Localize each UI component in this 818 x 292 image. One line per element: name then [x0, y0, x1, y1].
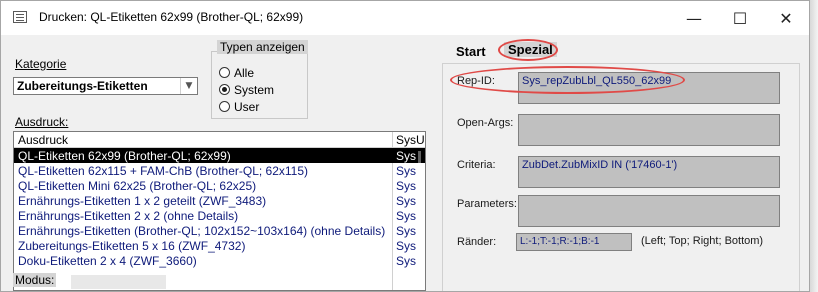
tab-spezial[interactable]: Spezial [504, 42, 557, 57]
list-item-type: Sys [396, 209, 417, 223]
criteria-field[interactable]: ZubDet.ZubMixID IN ('17460-1') [518, 156, 780, 188]
radio-alle[interactable]: Alle [219, 66, 254, 80]
open-args-field[interactable] [518, 114, 780, 146]
window-shadow [810, 0, 818, 292]
tab-start[interactable]: Start [456, 44, 486, 59]
list-item-name: Zubereitungs-Etiketten 5 x 16 (ZWF_4732) [18, 239, 246, 253]
list-item-name: QL-Etiketten Mini 62x25 (Brother-QL; 62x… [18, 179, 257, 193]
raender-field[interactable]: L:-1;T:-1;R:-1;B:-1 [516, 233, 632, 251]
radio-system[interactable]: System [219, 83, 274, 97]
list-header: Ausdruck SysU [14, 132, 425, 148]
list-item[interactable]: Doku-Etiketten 2 x 4 (ZWF_3660) Sys [14, 253, 425, 268]
list-item-name: Ernährungs-Etiketten 1 x 2 geteilt (ZWF_… [18, 194, 267, 208]
raender-hint: (Left; Top; Right; Bottom) [641, 235, 764, 247]
list-item-type: Sys [396, 254, 417, 268]
parameters-field[interactable] [518, 195, 780, 227]
radio-system-label: System [234, 83, 275, 97]
list-item[interactable]: Zubereitungs-Etiketten 5 x 16 (ZWF_4732)… [14, 238, 425, 253]
kategorie-value: Zubereitungs-Etiketten [17, 79, 148, 93]
rep-id-field[interactable]: Sys_repZubLbl_QL550_62x99 [518, 72, 780, 104]
list-item-name: Ernährungs-Etiketten (Brother-QL; 102x15… [18, 224, 386, 238]
list-item[interactable]: QL-Etiketten 62x99 (Brother-QL; 62x99) S… [14, 148, 425, 163]
parameters-label: Parameters: [457, 198, 517, 210]
column-header-ausdruck[interactable]: Ausdruck [18, 133, 68, 147]
criteria-label: Criteria: [457, 159, 496, 171]
list-item[interactable]: Ernährungs-Etiketten (Brother-QL; 102x15… [14, 223, 425, 238]
modus-field[interactable] [71, 275, 166, 289]
close-button[interactable]: ✕ [763, 1, 809, 35]
radio-system-indicator [219, 84, 230, 95]
list-item-name: QL-Etiketten 62x99 (Brother-QL; 62x99) [18, 149, 231, 163]
radio-alle-indicator [219, 67, 230, 78]
list-item-type: Sys [396, 164, 417, 178]
list-item-name: Doku-Etiketten 2 x 4 (ZWF_3660) [18, 254, 197, 268]
list-item-type: Sys [396, 149, 417, 163]
list-item[interactable]: QL-Etiketten Mini 62x25 (Brother-QL; 62x… [14, 178, 425, 193]
typen-group-title: Typen anzeigen [217, 40, 308, 54]
rep-id-label: Rep-ID: [457, 75, 495, 87]
list-item-name: QL-Etiketten 62x115 + FAM-ChB (Brother-Q… [18, 164, 309, 178]
list-item-name: Ernährungs-Etiketten 2 x 2 (ohne Details… [18, 209, 239, 223]
minimize-button[interactable]: — [671, 1, 717, 35]
modus-label: Modus: [13, 273, 57, 287]
raender-label: Ränder: [457, 236, 497, 248]
title-bar[interactable]: Drucken: QL-Etiketten 62x99 (Brother-QL;… [1, 1, 809, 35]
form-icon [13, 11, 27, 23]
list-scrollbar-thumb[interactable] [418, 151, 421, 163]
list-item-type: Sys [396, 224, 417, 238]
print-dialog-window: Drucken: QL-Etiketten 62x99 (Brother-QL;… [0, 0, 810, 292]
ausdruck-label: Ausdruck: [15, 115, 69, 129]
list-item[interactable]: Ernährungs-Etiketten 2 x 2 (ohne Details… [14, 208, 425, 223]
chevron-down-icon[interactable]: ▼ [180, 78, 197, 94]
radio-user-indicator [219, 101, 230, 112]
kategorie-label: Kategorie [15, 57, 67, 71]
radio-user[interactable]: User [219, 100, 259, 114]
list-item-type: Sys [396, 239, 417, 253]
radio-alle-label: Alle [234, 66, 255, 80]
kategorie-combobox[interactable]: Zubereitungs-Etiketten ▼ [13, 77, 198, 95]
list-item[interactable]: Ernährungs-Etiketten 1 x 2 geteilt (ZWF_… [14, 193, 425, 208]
list-item-type: Sys [396, 194, 417, 208]
column-header-sysu[interactable]: SysU [396, 133, 425, 147]
radio-user-label: User [234, 100, 260, 114]
maximize-button[interactable]: ☐ [717, 1, 763, 35]
dialog-content: Kategorie Zubereitungs-Etiketten ▼ Typen… [1, 35, 809, 291]
window-title: Drucken: QL-Etiketten 62x99 (Brother-QL;… [39, 10, 304, 24]
open-args-label: Open-Args: [457, 117, 514, 129]
list-item[interactable]: QL-Etiketten 62x115 + FAM-ChB (Brother-Q… [14, 163, 425, 178]
ausdruck-list[interactable]: Ausdruck SysU QL-Etiketten 62x99 (Brothe… [13, 131, 426, 291]
list-item-type: Sys [396, 179, 417, 193]
